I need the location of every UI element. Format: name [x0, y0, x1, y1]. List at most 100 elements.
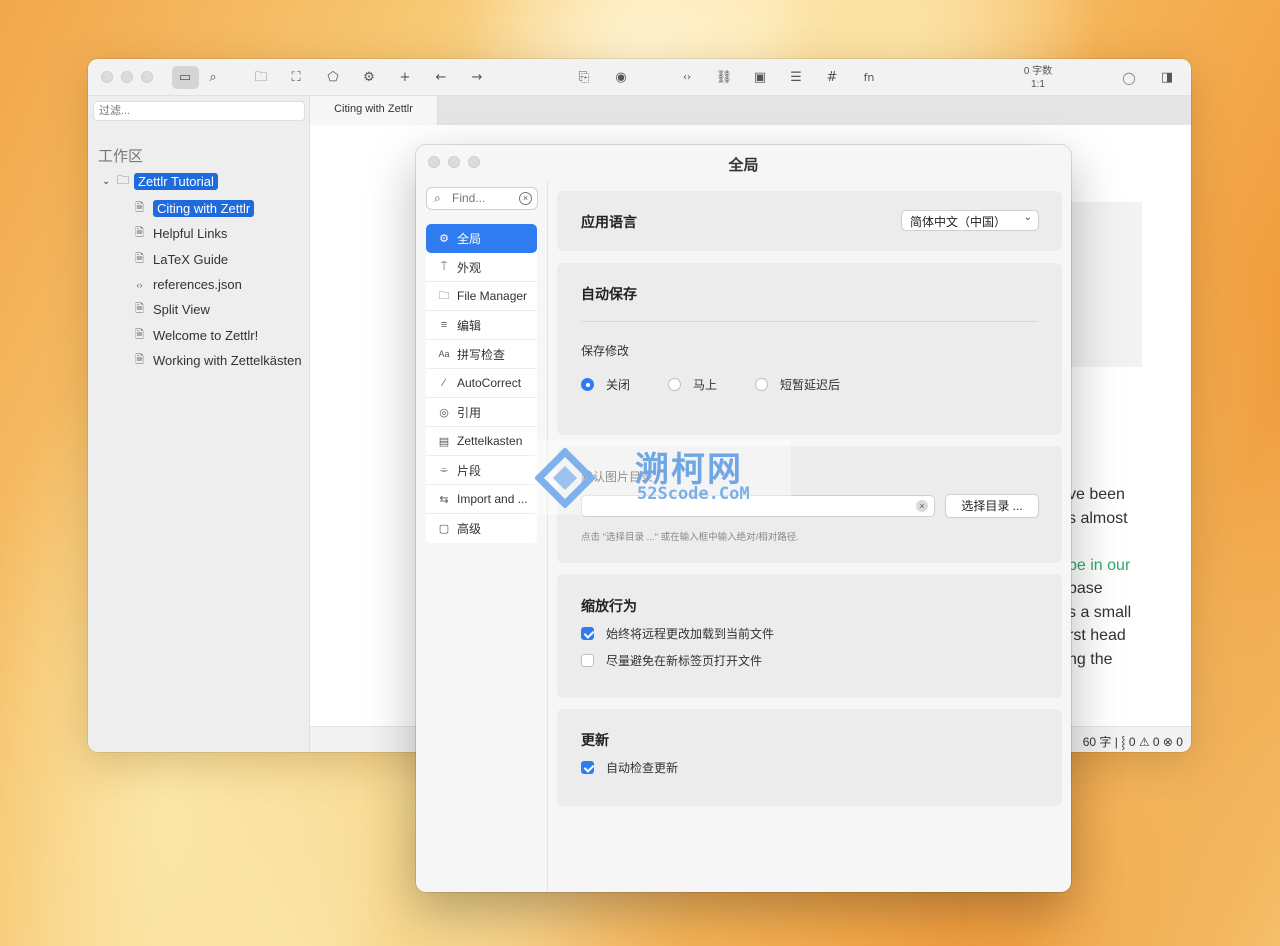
file-name: Helpful Links	[153, 226, 228, 242]
divider	[581, 321, 1038, 322]
checkbox-label: 自动检查更新	[606, 761, 679, 775]
link-icon[interactable]: ⛓	[713, 67, 735, 89]
tab-citing-with-zettlr[interactable]: Citing with Zettlr	[310, 96, 438, 125]
autosave-card: 自动保存 保存修改 关闭 马上 短暂延迟后	[557, 263, 1062, 435]
checkbox-row[interactable]: 尽量避免在新标签页打开文件	[581, 652, 762, 669]
file-name: Citing with Zettlr	[153, 200, 255, 218]
nav-item-zettelkasten[interactable]: ▤ Zettelkasten	[426, 427, 537, 456]
nav-item-citations[interactable]: ◎ 引用	[426, 398, 537, 427]
editor-line: ve been	[1068, 486, 1125, 503]
watermark-logo-icon	[535, 448, 595, 508]
nav-label: 外观	[457, 260, 482, 275]
preview-eye-icon[interactable]: ◉	[610, 67, 632, 89]
file-name: references.json	[153, 277, 242, 293]
checkbox-row[interactable]: 始终将远程更改加载到当前文件	[581, 625, 774, 642]
nav-label: Import and ...	[457, 492, 528, 506]
checkbox[interactable]	[581, 627, 594, 640]
checkbox[interactable]	[581, 654, 594, 667]
file-item[interactable]: 🗎 LaTeX Guide	[134, 247, 302, 272]
back-arrow-icon[interactable]: ←	[430, 67, 452, 89]
clear-icon[interactable]: ×	[519, 192, 532, 205]
radio-delayed[interactable]: 短暂延迟后	[755, 376, 840, 393]
open-folder-icon[interactable]: 🗀	[250, 67, 272, 89]
checkbox-row[interactable]: 自动检查更新	[581, 759, 678, 776]
nav-item-spellcheck[interactable]: Aa 拼写检查	[426, 340, 537, 369]
folder-icon: 🗀	[117, 173, 130, 187]
nav-item-general[interactable]: ⚙ 全局	[426, 224, 537, 253]
minimize-window-button[interactable]	[121, 71, 133, 83]
text-lines-icon: ≡	[440, 319, 448, 331]
nav-item-appearance[interactable]: ⍑ 外观	[426, 253, 537, 282]
language-value: 简体中文（中国）	[910, 215, 1007, 229]
footnote-icon[interactable]: fn	[858, 67, 880, 89]
table-icon[interactable]: #	[821, 67, 843, 89]
radio-button[interactable]	[755, 378, 769, 391]
plus-icon[interactable]: +	[394, 67, 416, 89]
file-name: Split View	[153, 302, 210, 318]
import-export-icon: ⇆	[439, 493, 449, 506]
file-item[interactable]: ‹› references.json	[134, 272, 302, 297]
file-item[interactable]: 🗎 Working with Zettelkästen	[134, 348, 302, 373]
watermark-subtitle: 52Scode.CoM	[637, 484, 750, 504]
radio-button[interactable]	[581, 378, 594, 391]
file-item[interactable]: 🗎 Welcome to Zettlr!	[134, 322, 302, 347]
editor-line: s a small	[1068, 603, 1132, 621]
editor-line: s almost	[1068, 509, 1128, 527]
checkbox[interactable]	[581, 761, 594, 774]
nav-item-file-manager[interactable]: 🗀 File Manager	[426, 282, 537, 311]
tag-icon[interactable]: ⬠	[322, 67, 344, 89]
language-select[interactable]: 简体中文（中国） ⌄	[901, 210, 1039, 231]
nav-label: 引用	[457, 405, 482, 420]
sidebar-toggle-icon[interactable]: ◨	[1156, 67, 1178, 89]
file-item[interactable]: 🗎 Split View	[134, 297, 302, 322]
nav-item-advanced[interactable]: ▢ 高级	[426, 514, 537, 543]
updates-card: 更新 自动检查更新	[557, 709, 1062, 806]
document-icon: 🗎	[135, 252, 144, 265]
task-list-icon[interactable]: ☰	[785, 67, 807, 89]
filter-input[interactable]	[93, 101, 305, 121]
editor-line: pe in our	[1068, 556, 1131, 574]
nav-item-autocorrect[interactable]: ⁄ AutoCorrect	[426, 369, 537, 398]
image-dir-hint: 点击 "选择目录 ..." 或在输入框中输入绝对/相对路径.	[581, 532, 799, 543]
nav-item-editor[interactable]: ≡ 编辑	[426, 311, 537, 340]
choose-directory-button[interactable]: 选择目录 ...	[945, 494, 1039, 518]
zoom-window-button[interactable]	[141, 71, 153, 83]
file-item[interactable]: 🗎 Citing with Zettlr	[134, 196, 302, 221]
search-icon: ⌕	[434, 191, 441, 205]
file-name: Welcome to Zettlr!	[153, 327, 259, 343]
export-icon[interactable]: ⎘	[573, 67, 595, 89]
nav-item-snippets[interactable]: ⌯ 片段	[426, 456, 537, 485]
nav-label: 片段	[457, 463, 482, 478]
radio-immediately[interactable]: 马上	[668, 376, 717, 393]
document-icon: 🗎	[135, 202, 144, 215]
nav-label: 编辑	[457, 318, 482, 333]
save-changes-label: 保存修改	[581, 344, 630, 358]
gear-icon[interactable]: ⚙	[358, 67, 380, 89]
search-icon[interactable]: ⌕	[202, 67, 224, 89]
nav-label: AutoCorrect	[457, 376, 522, 390]
close-window-button[interactable]	[101, 71, 113, 83]
editor-text[interactable]: ve been s almost pe in our base s a smal…	[1068, 483, 1131, 671]
radio-button[interactable]	[668, 378, 682, 391]
tree-root-folder[interactable]: ⌄ 🗀 Zettlr Tutorial	[102, 171, 218, 192]
toolbar: ▭ ⌕ 🗀 ⛶ ⬠ ⚙ + ← → ⎘ ◉ ‹› ⛓ ▣ ☰ # fn 0 字数…	[88, 59, 1191, 96]
nav-item-import-export[interactable]: ⇆ Import and ...	[426, 485, 537, 514]
preferences-dialog: 全局 ⌕ Find... × ⚙ 全局 ⍑ 外观 🗀 File Manager ≡ 编辑…	[416, 145, 1071, 892]
insert-image-icon[interactable]: ▣	[749, 67, 771, 89]
image-icon[interactable]: ⛶	[285, 67, 307, 89]
file-item[interactable]: 🗎 Helpful Links	[134, 221, 302, 246]
code-icon[interactable]: ‹›	[676, 67, 698, 89]
file-sidebar: 工作区 ⌄ 🗀 Zettlr Tutorial 🗎 Citing with Zet…	[88, 96, 310, 752]
language-heading: 应用语言	[581, 214, 637, 230]
document-icon: 🗎	[135, 328, 144, 341]
autosave-radio-group: 关闭 马上 短暂延迟后	[581, 376, 878, 393]
find-input[interactable]: ⌕ Find... ×	[426, 187, 538, 210]
file-tree-icon[interactable]: ▭	[174, 67, 196, 89]
pomodoro-circle-icon[interactable]: ○	[1118, 67, 1140, 89]
chevron-down-icon[interactable]: ⌄	[102, 176, 112, 187]
forward-arrow-icon[interactable]: →	[466, 67, 488, 89]
checkbox-label: 始终将远程更改加载到当前文件	[606, 627, 775, 641]
clear-icon[interactable]: ×	[916, 500, 928, 512]
chevron-down-icon: ⌄	[1023, 212, 1032, 223]
radio-off[interactable]: 关闭	[581, 376, 630, 393]
